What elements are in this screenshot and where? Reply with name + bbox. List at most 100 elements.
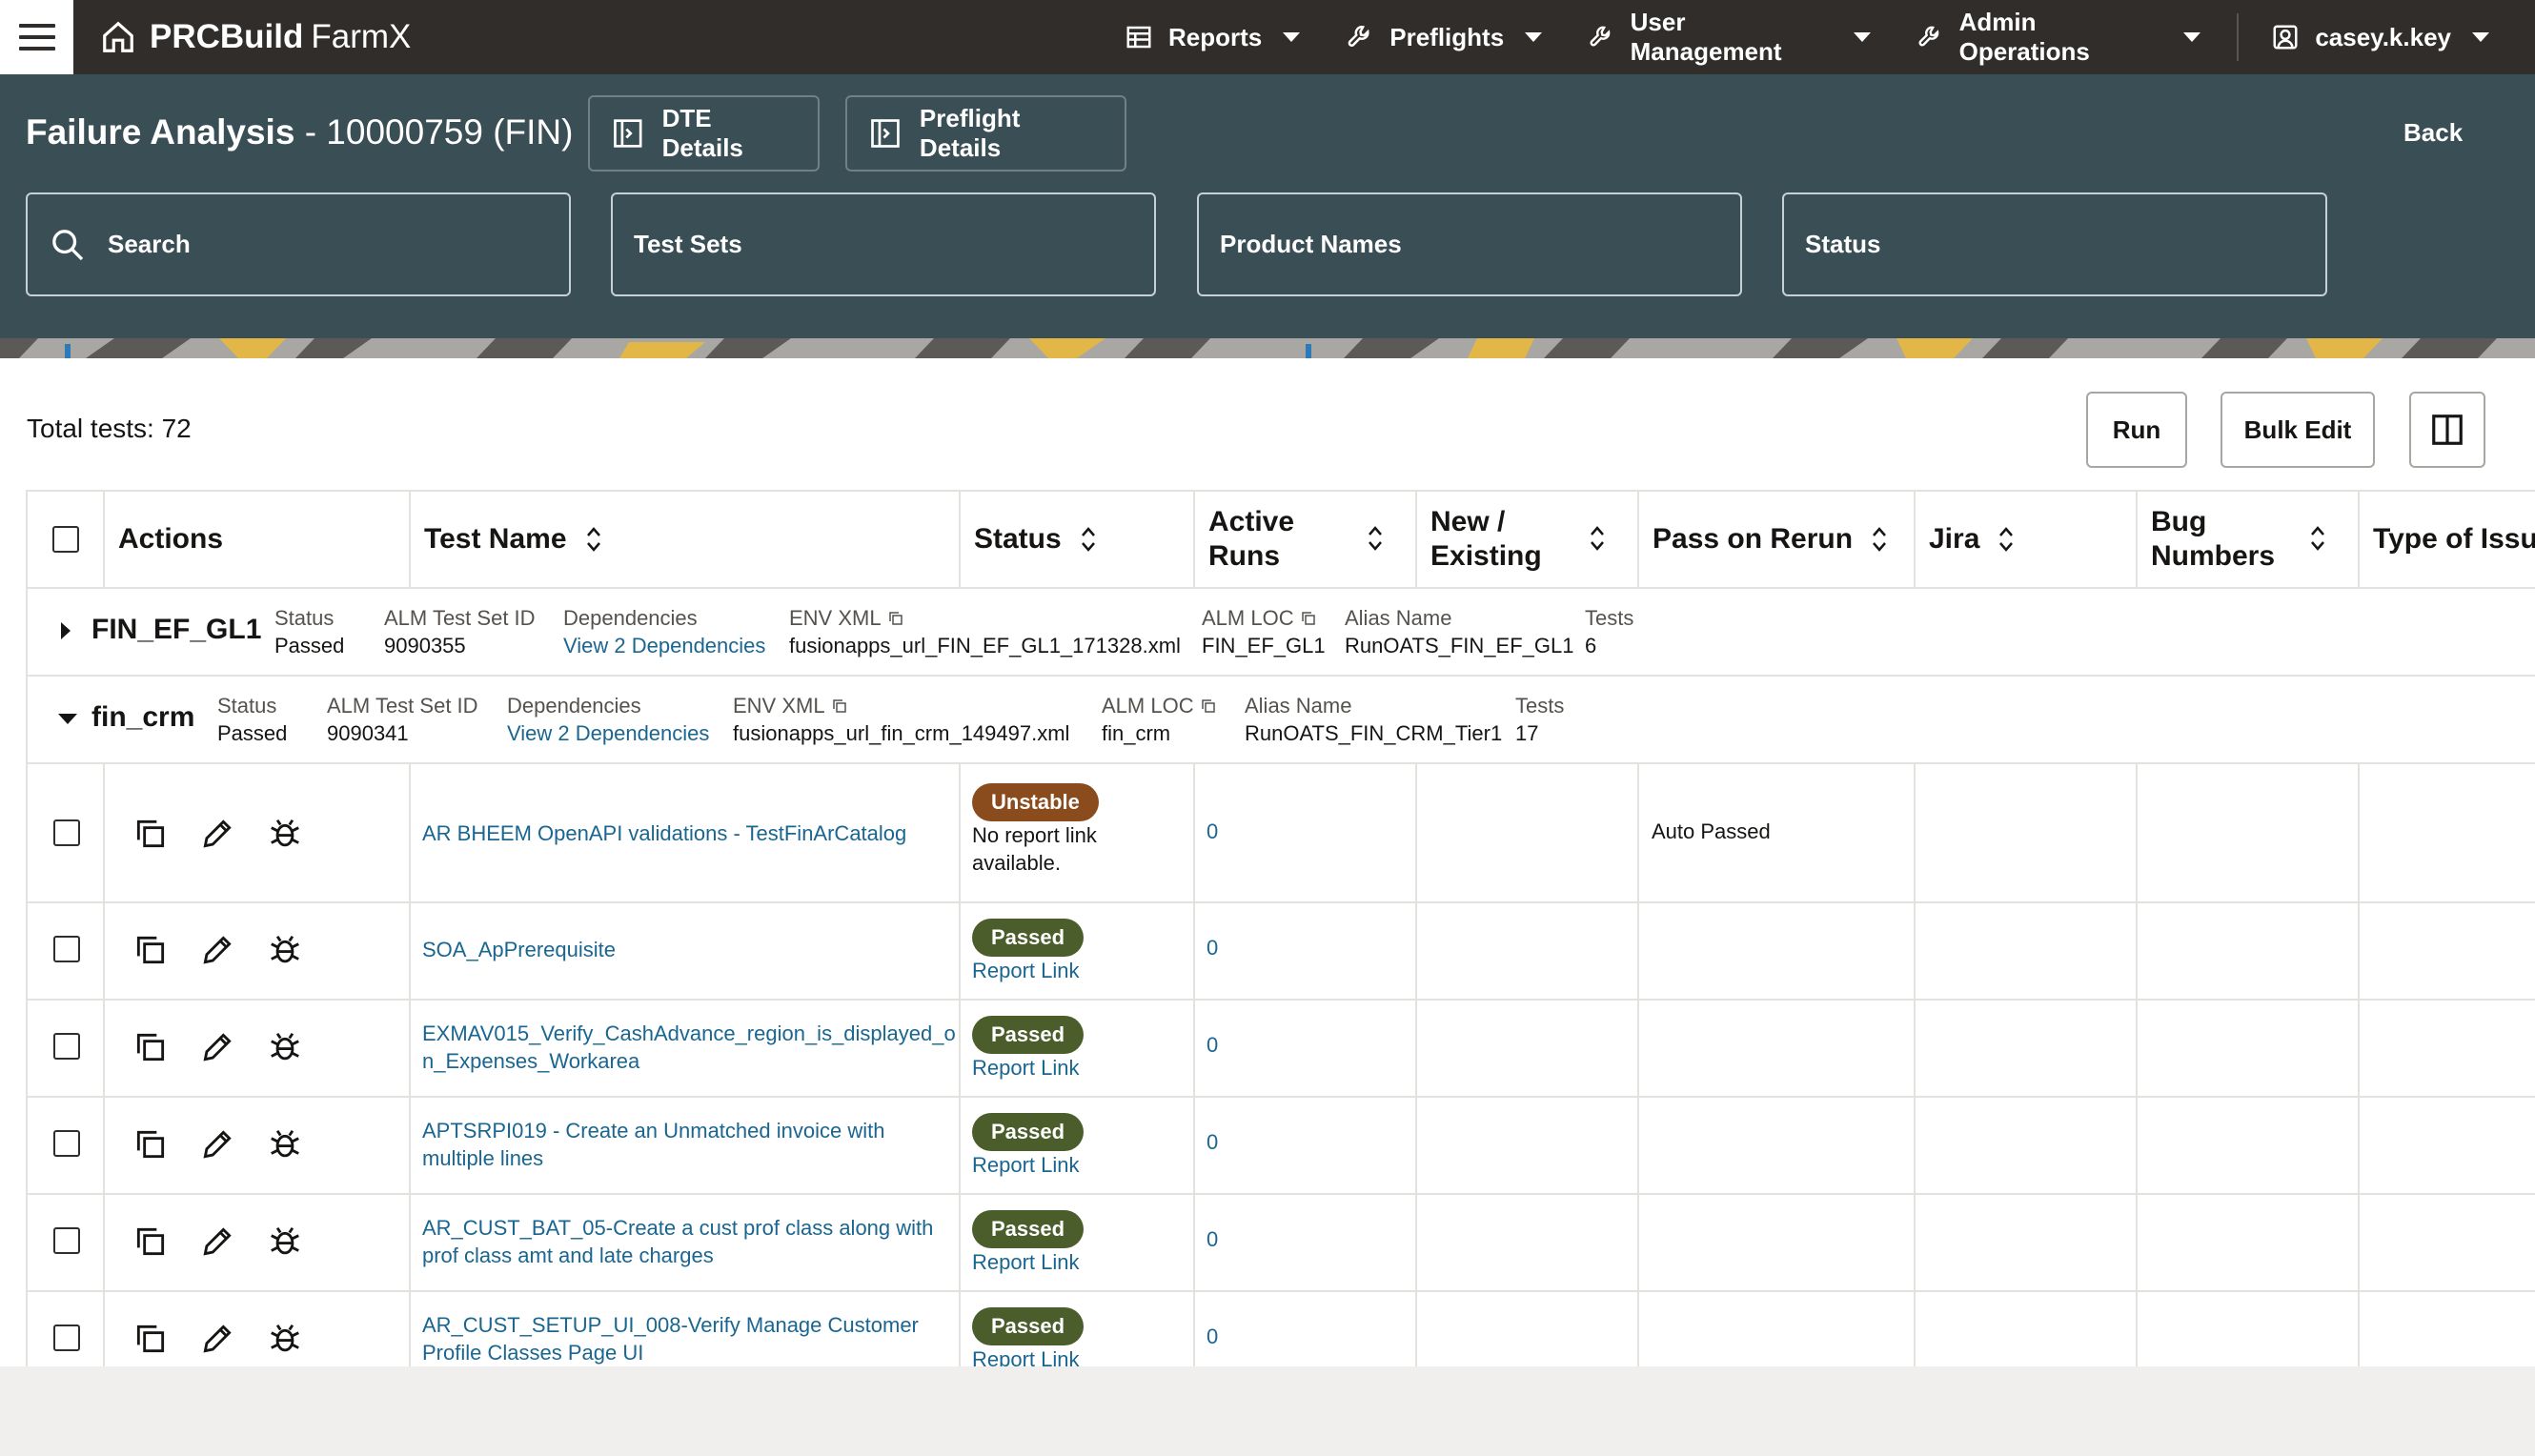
column-active-runs[interactable]: Active Runs bbox=[1195, 492, 1417, 587]
menu-label: User Management bbox=[1630, 8, 1782, 66]
column-jira[interactable]: Jira bbox=[1916, 492, 2138, 587]
column-new-existing-label: New / Existing bbox=[1430, 506, 1542, 572]
active-runs-link[interactable]: 0 bbox=[1207, 1130, 1218, 1155]
row-checkbox[interactable] bbox=[53, 1325, 80, 1351]
hamburger-menu-icon[interactable] bbox=[0, 0, 73, 74]
column-new-existing[interactable]: New / Existing bbox=[1417, 492, 1639, 587]
copy-icon[interactable] bbox=[132, 932, 169, 968]
edit-pencil-icon[interactable] bbox=[199, 1321, 235, 1357]
active-runs-link[interactable]: 0 bbox=[1207, 1227, 1218, 1252]
column-test-name[interactable]: Test Name bbox=[411, 492, 961, 587]
select-all-checkbox[interactable] bbox=[51, 526, 79, 553]
test-name-link[interactable]: AR BHEEM OpenAPI validations - TestFinAr… bbox=[422, 819, 956, 847]
test-name-link[interactable]: EXMAV015_Verify_CashAdvance_region_is_di… bbox=[422, 1020, 956, 1075]
collapse-icon[interactable] bbox=[56, 711, 79, 726]
run-button[interactable]: Run bbox=[2086, 392, 2187, 468]
window-bottom-area bbox=[0, 1366, 2535, 1456]
column-status[interactable]: Status bbox=[961, 492, 1195, 587]
table-row: APTSRPI019 - Create an Unmatched invoice… bbox=[28, 1098, 2535, 1195]
status-cell: Passed Report Link bbox=[972, 919, 1085, 984]
view-dependencies-link[interactable]: View 2 Dependencies bbox=[563, 632, 765, 659]
group-tests-count: Tests 6 bbox=[1585, 606, 1634, 657]
report-link[interactable]: Report Link bbox=[972, 1054, 1084, 1082]
column-pass-on-rerun[interactable]: Pass on Rerun bbox=[1639, 492, 1916, 587]
copy-icon[interactable] bbox=[132, 1029, 169, 1065]
edit-pencil-icon[interactable] bbox=[199, 1029, 235, 1065]
bug-icon[interactable] bbox=[267, 1321, 303, 1357]
copy-icon[interactable] bbox=[887, 610, 904, 627]
active-runs-link[interactable]: 0 bbox=[1207, 819, 1218, 844]
copy-icon[interactable] bbox=[132, 1321, 169, 1357]
wrench-icon bbox=[1348, 26, 1369, 47]
cell-divider bbox=[1914, 1292, 1916, 1366]
brand-subname: FarmX bbox=[311, 18, 412, 55]
row-checkbox[interactable] bbox=[53, 1130, 80, 1157]
bug-icon[interactable] bbox=[267, 816, 303, 852]
cell-divider bbox=[103, 1001, 105, 1096]
group-status: Status Passed bbox=[217, 694, 288, 745]
cell-divider bbox=[1637, 1001, 1639, 1096]
test-name-link[interactable]: APTSRPI019 - Create an Unmatched invoice… bbox=[422, 1117, 956, 1172]
copy-icon[interactable] bbox=[831, 698, 848, 715]
test-set-group: FIN_EF_GL1 Status Passed ALM Test Set ID 9… bbox=[28, 589, 2535, 677]
table-row: AR_CUST_BAT_05-Create a cust prof class … bbox=[28, 1195, 2535, 1292]
user-menu[interactable]: casey.k.key bbox=[2271, 23, 2489, 52]
row-checkbox[interactable] bbox=[53, 819, 80, 846]
copy-icon[interactable] bbox=[132, 1126, 169, 1163]
report-link[interactable]: Report Link bbox=[972, 1248, 1084, 1276]
report-link[interactable]: Report Link bbox=[972, 1345, 1084, 1366]
bulk-edit-button[interactable]: Bulk Edit bbox=[2221, 392, 2375, 468]
edit-pencil-icon[interactable] bbox=[199, 1126, 235, 1163]
copy-icon[interactable] bbox=[132, 816, 169, 852]
report-link[interactable]: Report Link bbox=[972, 1151, 1084, 1179]
menu-reports[interactable]: Reports bbox=[1125, 23, 1301, 52]
test-sets-filter[interactable]: Test Sets bbox=[611, 192, 1156, 296]
test-name-link[interactable]: AR_CUST_SETUP_UI_008-Verify Manage Custo… bbox=[422, 1311, 956, 1366]
back-link[interactable]: Back bbox=[2403, 118, 2463, 148]
search-filter[interactable]: Search bbox=[26, 192, 571, 296]
menu-user-management[interactable]: User Management bbox=[1588, 8, 1872, 67]
test-name-link[interactable]: AR_CUST_BAT_05-Create a cust prof class … bbox=[422, 1214, 956, 1269]
edit-pencil-icon[interactable] bbox=[199, 1223, 235, 1260]
row-checkbox[interactable] bbox=[53, 1227, 80, 1254]
copy-icon[interactable] bbox=[1300, 610, 1317, 627]
status-filter[interactable]: Status bbox=[1782, 192, 2327, 296]
column-jira-label: Jira bbox=[1929, 523, 1980, 555]
bug-icon[interactable] bbox=[267, 932, 303, 968]
wrench-icon bbox=[1590, 26, 1611, 47]
menu-admin-operations[interactable]: Admin Operations bbox=[1916, 8, 2201, 67]
product-names-filter[interactable]: Product Names bbox=[1197, 192, 1742, 296]
cell-divider bbox=[1914, 1098, 1916, 1193]
brand-home-link[interactable]: PRCBuild FarmX bbox=[100, 18, 411, 56]
active-runs-link[interactable]: 0 bbox=[1207, 936, 1218, 961]
active-runs-link[interactable]: 0 bbox=[1207, 1325, 1218, 1349]
column-bug-numbers[interactable]: Bug Numbers bbox=[2138, 492, 2360, 587]
copy-icon[interactable] bbox=[1200, 698, 1217, 715]
edit-pencil-icon[interactable] bbox=[199, 932, 235, 968]
dte-details-button[interactable]: DTE Details bbox=[588, 95, 820, 172]
row-checkbox[interactable] bbox=[53, 936, 80, 962]
caret-down-icon bbox=[1283, 32, 1301, 42]
copy-icon[interactable] bbox=[132, 1223, 169, 1260]
column-layout-button[interactable] bbox=[2409, 392, 2485, 468]
sort-icon bbox=[1081, 527, 1095, 552]
row-checkbox[interactable] bbox=[53, 1033, 80, 1060]
bug-icon[interactable] bbox=[267, 1126, 303, 1163]
expand-icon[interactable] bbox=[58, 619, 73, 642]
preflight-details-button[interactable]: Preflight Details bbox=[845, 95, 1126, 172]
bug-icon[interactable] bbox=[267, 1029, 303, 1065]
bug-icon[interactable] bbox=[267, 1223, 303, 1260]
cell-divider bbox=[1193, 1001, 1195, 1096]
column-type-of-issue[interactable]: Type of Issue bbox=[2360, 492, 2535, 587]
menu-preflights[interactable]: Preflights bbox=[1346, 23, 1543, 52]
caret-down-icon bbox=[2472, 32, 2489, 42]
group-alm-loc: ALM LOC fin_crm bbox=[1102, 692, 1217, 747]
dte-details-label: DTE Details bbox=[661, 104, 743, 162]
test-set-group: fin_crm Status Passed ALM Test Set ID 9090… bbox=[28, 677, 2535, 764]
edit-pencil-icon[interactable] bbox=[199, 816, 235, 852]
test-name-link[interactable]: SOA_ApPrerequisite bbox=[422, 936, 956, 963]
active-runs-link[interactable]: 0 bbox=[1207, 1033, 1218, 1058]
panel-icon bbox=[871, 119, 900, 148]
view-dependencies-link[interactable]: View 2 Dependencies bbox=[507, 719, 709, 747]
report-link[interactable]: Report Link bbox=[972, 957, 1084, 984]
